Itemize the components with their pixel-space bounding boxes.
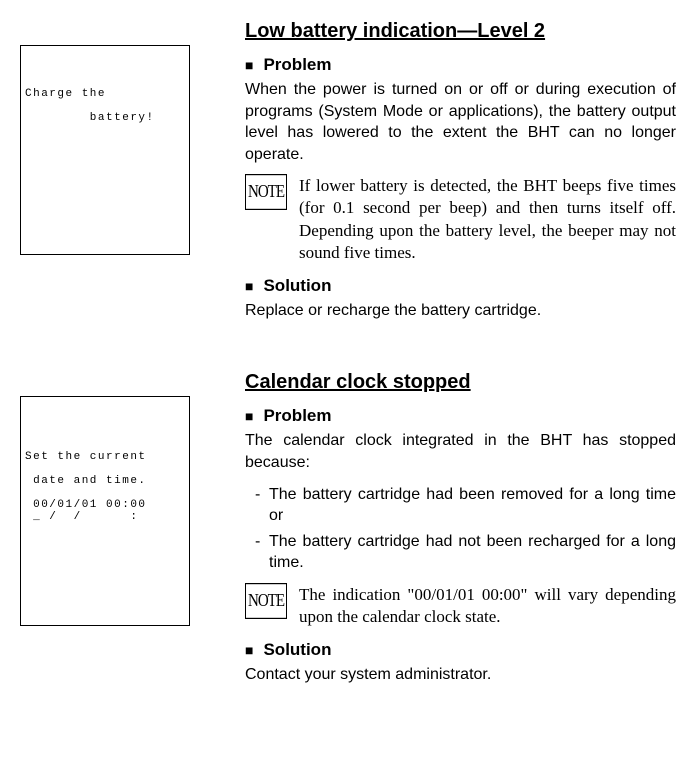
note-icon: NOTE (245, 583, 287, 619)
dash-icon: - (255, 484, 267, 506)
solution-heading-2: ■ Solution (245, 640, 676, 660)
problem-label-1: Problem (263, 55, 331, 75)
dash-icon: - (255, 531, 267, 553)
problem-label-2: Problem (263, 406, 331, 426)
note-text-2: The indication "00/01/01 00:00" will var… (299, 584, 676, 628)
square-bullet-icon: ■ (245, 642, 253, 658)
sidebox-column-2: Set the current date and time. 00/01/01 … (20, 371, 200, 626)
solution-text-2: Contact your system administrator. (245, 664, 676, 686)
problem-text-1: When the power is turned on or off or du… (245, 79, 676, 165)
solution-text-1: Replace or recharge the battery cartridg… (245, 300, 676, 322)
cause-list: - The battery cartridge had been removed… (245, 484, 676, 574)
problem-text-2: The calendar clock integrated in the BHT… (245, 430, 676, 473)
section-low-battery: Charge the battery! Low battery indicati… (20, 20, 676, 331)
square-bullet-icon: ■ (245, 408, 253, 424)
section-calendar-clock: Set the current date and time. 00/01/01 … (20, 371, 676, 695)
note-icon: NOTE (245, 174, 287, 210)
section-title-2: Calendar clock stopped (245, 371, 676, 394)
square-bullet-icon: ■ (245, 57, 253, 73)
note-row-2: NOTE The indication "00/01/01 00:00" wil… (245, 584, 676, 628)
list-item: - The battery cartridge had been removed… (255, 484, 676, 527)
section-title-1: Low battery indication—Level 2 (245, 20, 676, 43)
square-bullet-icon: ■ (245, 278, 253, 294)
cause-text-1: The battery cartridge had been removed f… (269, 484, 676, 527)
cause-text-2: The battery cartridge had not been recha… (269, 531, 676, 574)
content-column-1: Low battery indication—Level 2 ■ Problem… (200, 20, 676, 331)
note-row-1: NOTE If lower battery is detected, the B… (245, 175, 676, 263)
sidebox-column-1: Charge the battery! (20, 20, 200, 255)
list-item: - The battery cartridge had not been rec… (255, 531, 676, 574)
solution-label-2: Solution (263, 640, 331, 660)
sidebox-set-date-time: Set the current date and time. 00/01/01 … (20, 396, 190, 626)
solution-label-1: Solution (263, 276, 331, 296)
problem-heading-1: ■ Problem (245, 55, 676, 75)
solution-heading-1: ■ Solution (245, 276, 676, 296)
note-text-1: If lower battery is detected, the BHT be… (299, 175, 676, 263)
sidebox-charge-battery: Charge the battery! (20, 45, 190, 255)
problem-heading-2: ■ Problem (245, 406, 676, 426)
content-column-2: Calendar clock stopped ■ Problem The cal… (200, 371, 676, 695)
